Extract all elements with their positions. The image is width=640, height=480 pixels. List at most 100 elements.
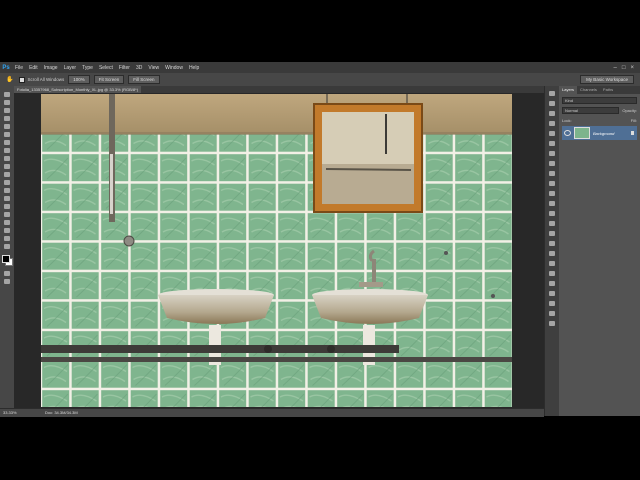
zoom-readout[interactable]: 33.33% <box>3 409 17 417</box>
maximize-icon[interactable]: □ <box>622 65 626 71</box>
move-tool-icon[interactable] <box>4 92 10 97</box>
tab-paths[interactable]: Paths <box>600 86 616 94</box>
blend-row: Normal Opacity: <box>562 106 637 114</box>
scroll-all-windows-checkbox[interactable]: Scroll All Windows <box>19 76 65 83</box>
gradient-tool-icon[interactable] <box>4 180 10 185</box>
status-bar: 33.33% Doc: 34.3M/34.3M <box>0 408 544 417</box>
close-icon[interactable]: × <box>630 65 634 71</box>
window-controls: – □ × <box>614 65 640 71</box>
hand-tool-icon[interactable] <box>4 236 10 241</box>
layer-thumbnail <box>574 127 590 139</box>
zoom-100-button[interactable]: 100% <box>68 75 90 84</box>
tool-presets-panel-icon[interactable] <box>549 241 555 246</box>
color-swatches[interactable] <box>2 255 13 266</box>
shape-tool-icon[interactable] <box>4 228 10 233</box>
document-size[interactable]: Doc: 34.3M/34.3M <box>45 409 78 417</box>
eyedropper-tool-icon[interactable] <box>4 132 10 137</box>
quick-select-tool-icon[interactable] <box>4 116 10 121</box>
clone-stamp-tool-icon[interactable] <box>4 156 10 161</box>
document-image <box>41 94 512 407</box>
fill-screen-button[interactable]: Fill Screen <box>128 75 160 84</box>
measurement-panel-icon[interactable] <box>549 281 555 286</box>
brush-panel-icon[interactable] <box>549 151 555 156</box>
layers-panel: Layers Channels Paths Kind Normal Opacit… <box>559 86 640 416</box>
menu-edit[interactable]: Edit <box>26 65 41 71</box>
tools-panel <box>0 86 15 408</box>
scroll-all-windows-label: Scroll All Windows <box>27 77 65 82</box>
libraries-panel-icon[interactable] <box>549 301 555 306</box>
character-panel-icon[interactable] <box>549 171 555 176</box>
type-tool-icon[interactable] <box>4 212 10 217</box>
layer-row-background[interactable]: Background <box>562 126 637 140</box>
tab-channels[interactable]: Channels <box>577 86 600 94</box>
menu-view[interactable]: View <box>145 65 162 71</box>
menu-select[interactable]: Select <box>96 65 116 71</box>
healing-brush-tool-icon[interactable] <box>4 140 10 145</box>
info-panel-icon[interactable] <box>549 191 555 196</box>
app-logo: Ps <box>2 64 10 71</box>
document-tab-bar: Fotolia_13357968_Subscription_Monthly_XL… <box>14 86 544 93</box>
marquee-tool-icon[interactable] <box>4 100 10 105</box>
timeline-panel-icon[interactable] <box>549 251 555 256</box>
notes-panel-icon[interactable] <box>549 231 555 236</box>
3d-panel-icon[interactable] <box>549 271 555 276</box>
bathroom-photo <box>41 94 512 407</box>
properties-panel-icon[interactable] <box>549 101 555 106</box>
adjustments-panel-icon[interactable] <box>549 111 555 116</box>
document-tab[interactable]: Fotolia_13357968_Subscription_Monthly_XL… <box>14 86 142 93</box>
quick-mask-icon[interactable] <box>4 271 10 276</box>
menu-image[interactable]: Image <box>41 65 61 71</box>
navigator-panel-icon[interactable] <box>549 201 555 206</box>
dodge-tool-icon[interactable] <box>4 196 10 201</box>
fit-screen-button[interactable]: Fit Screen <box>93 75 125 84</box>
menu-help[interactable]: Help <box>186 65 202 71</box>
screen-mode-icon[interactable] <box>4 279 10 284</box>
layers-panel-tabs: Layers Channels Paths <box>559 86 640 94</box>
checkbox-box <box>19 76 26 83</box>
foreground-color-swatch[interactable] <box>2 255 10 263</box>
lock-icon <box>631 131 634 135</box>
eraser-tool-icon[interactable] <box>4 172 10 177</box>
device-preview-panel-icon[interactable] <box>549 321 555 326</box>
menu-bar: Ps File Edit Image Layer Type Select Fil… <box>0 62 640 73</box>
menu-window[interactable]: Window <box>162 65 186 71</box>
history-panel-icon[interactable] <box>549 91 555 96</box>
histogram-panel-icon[interactable] <box>549 211 555 216</box>
brush-tool-icon[interactable] <box>4 148 10 153</box>
opacity-label: Opacity: <box>622 107 637 113</box>
brush-presets-panel-icon[interactable] <box>549 291 555 296</box>
glyphs-panel-icon[interactable] <box>549 311 555 316</box>
swatches-panel-icon[interactable] <box>549 131 555 136</box>
canvas-area[interactable] <box>14 93 544 408</box>
zoom-tool-icon[interactable] <box>4 244 10 249</box>
fill-label: Fill: <box>630 117 637 123</box>
minimize-icon[interactable]: – <box>614 65 617 71</box>
blend-mode-select[interactable]: Normal <box>562 106 620 114</box>
visibility-eye-icon[interactable] <box>564 130 571 136</box>
lock-label: Lock: <box>562 117 572 123</box>
layer-comps-panel-icon[interactable] <box>549 261 555 266</box>
lasso-tool-icon[interactable] <box>4 108 10 113</box>
lock-row: Lock: Fill: <box>562 116 637 124</box>
layer-filter-row: Kind <box>562 96 637 104</box>
crop-tool-icon[interactable] <box>4 124 10 129</box>
workspace-switcher[interactable]: My Basic Workspace <box>580 75 634 84</box>
layer-name[interactable]: Background <box>593 131 614 136</box>
history-brush-tool-icon[interactable] <box>4 164 10 169</box>
paragraph-panel-icon[interactable] <box>549 181 555 186</box>
styles-panel-icon[interactable] <box>549 121 555 126</box>
menu-type[interactable]: Type <box>79 65 96 71</box>
pen-tool-icon[interactable] <box>4 204 10 209</box>
clone-source-panel-icon[interactable] <box>549 161 555 166</box>
blur-tool-icon[interactable] <box>4 188 10 193</box>
menu-3d[interactable]: 3D <box>133 65 145 71</box>
menu-layer[interactable]: Layer <box>61 65 80 71</box>
actions-panel-icon[interactable] <box>549 221 555 226</box>
layer-filter-kind[interactable]: Kind <box>562 96 637 104</box>
menu-filter[interactable]: Filter <box>116 65 133 71</box>
path-select-tool-icon[interactable] <box>4 220 10 225</box>
color-panel-icon[interactable] <box>549 141 555 146</box>
hand-icon[interactable]: ✋ <box>6 76 13 83</box>
menu-file[interactable]: File <box>12 65 26 71</box>
tab-layers[interactable]: Layers <box>559 86 578 94</box>
